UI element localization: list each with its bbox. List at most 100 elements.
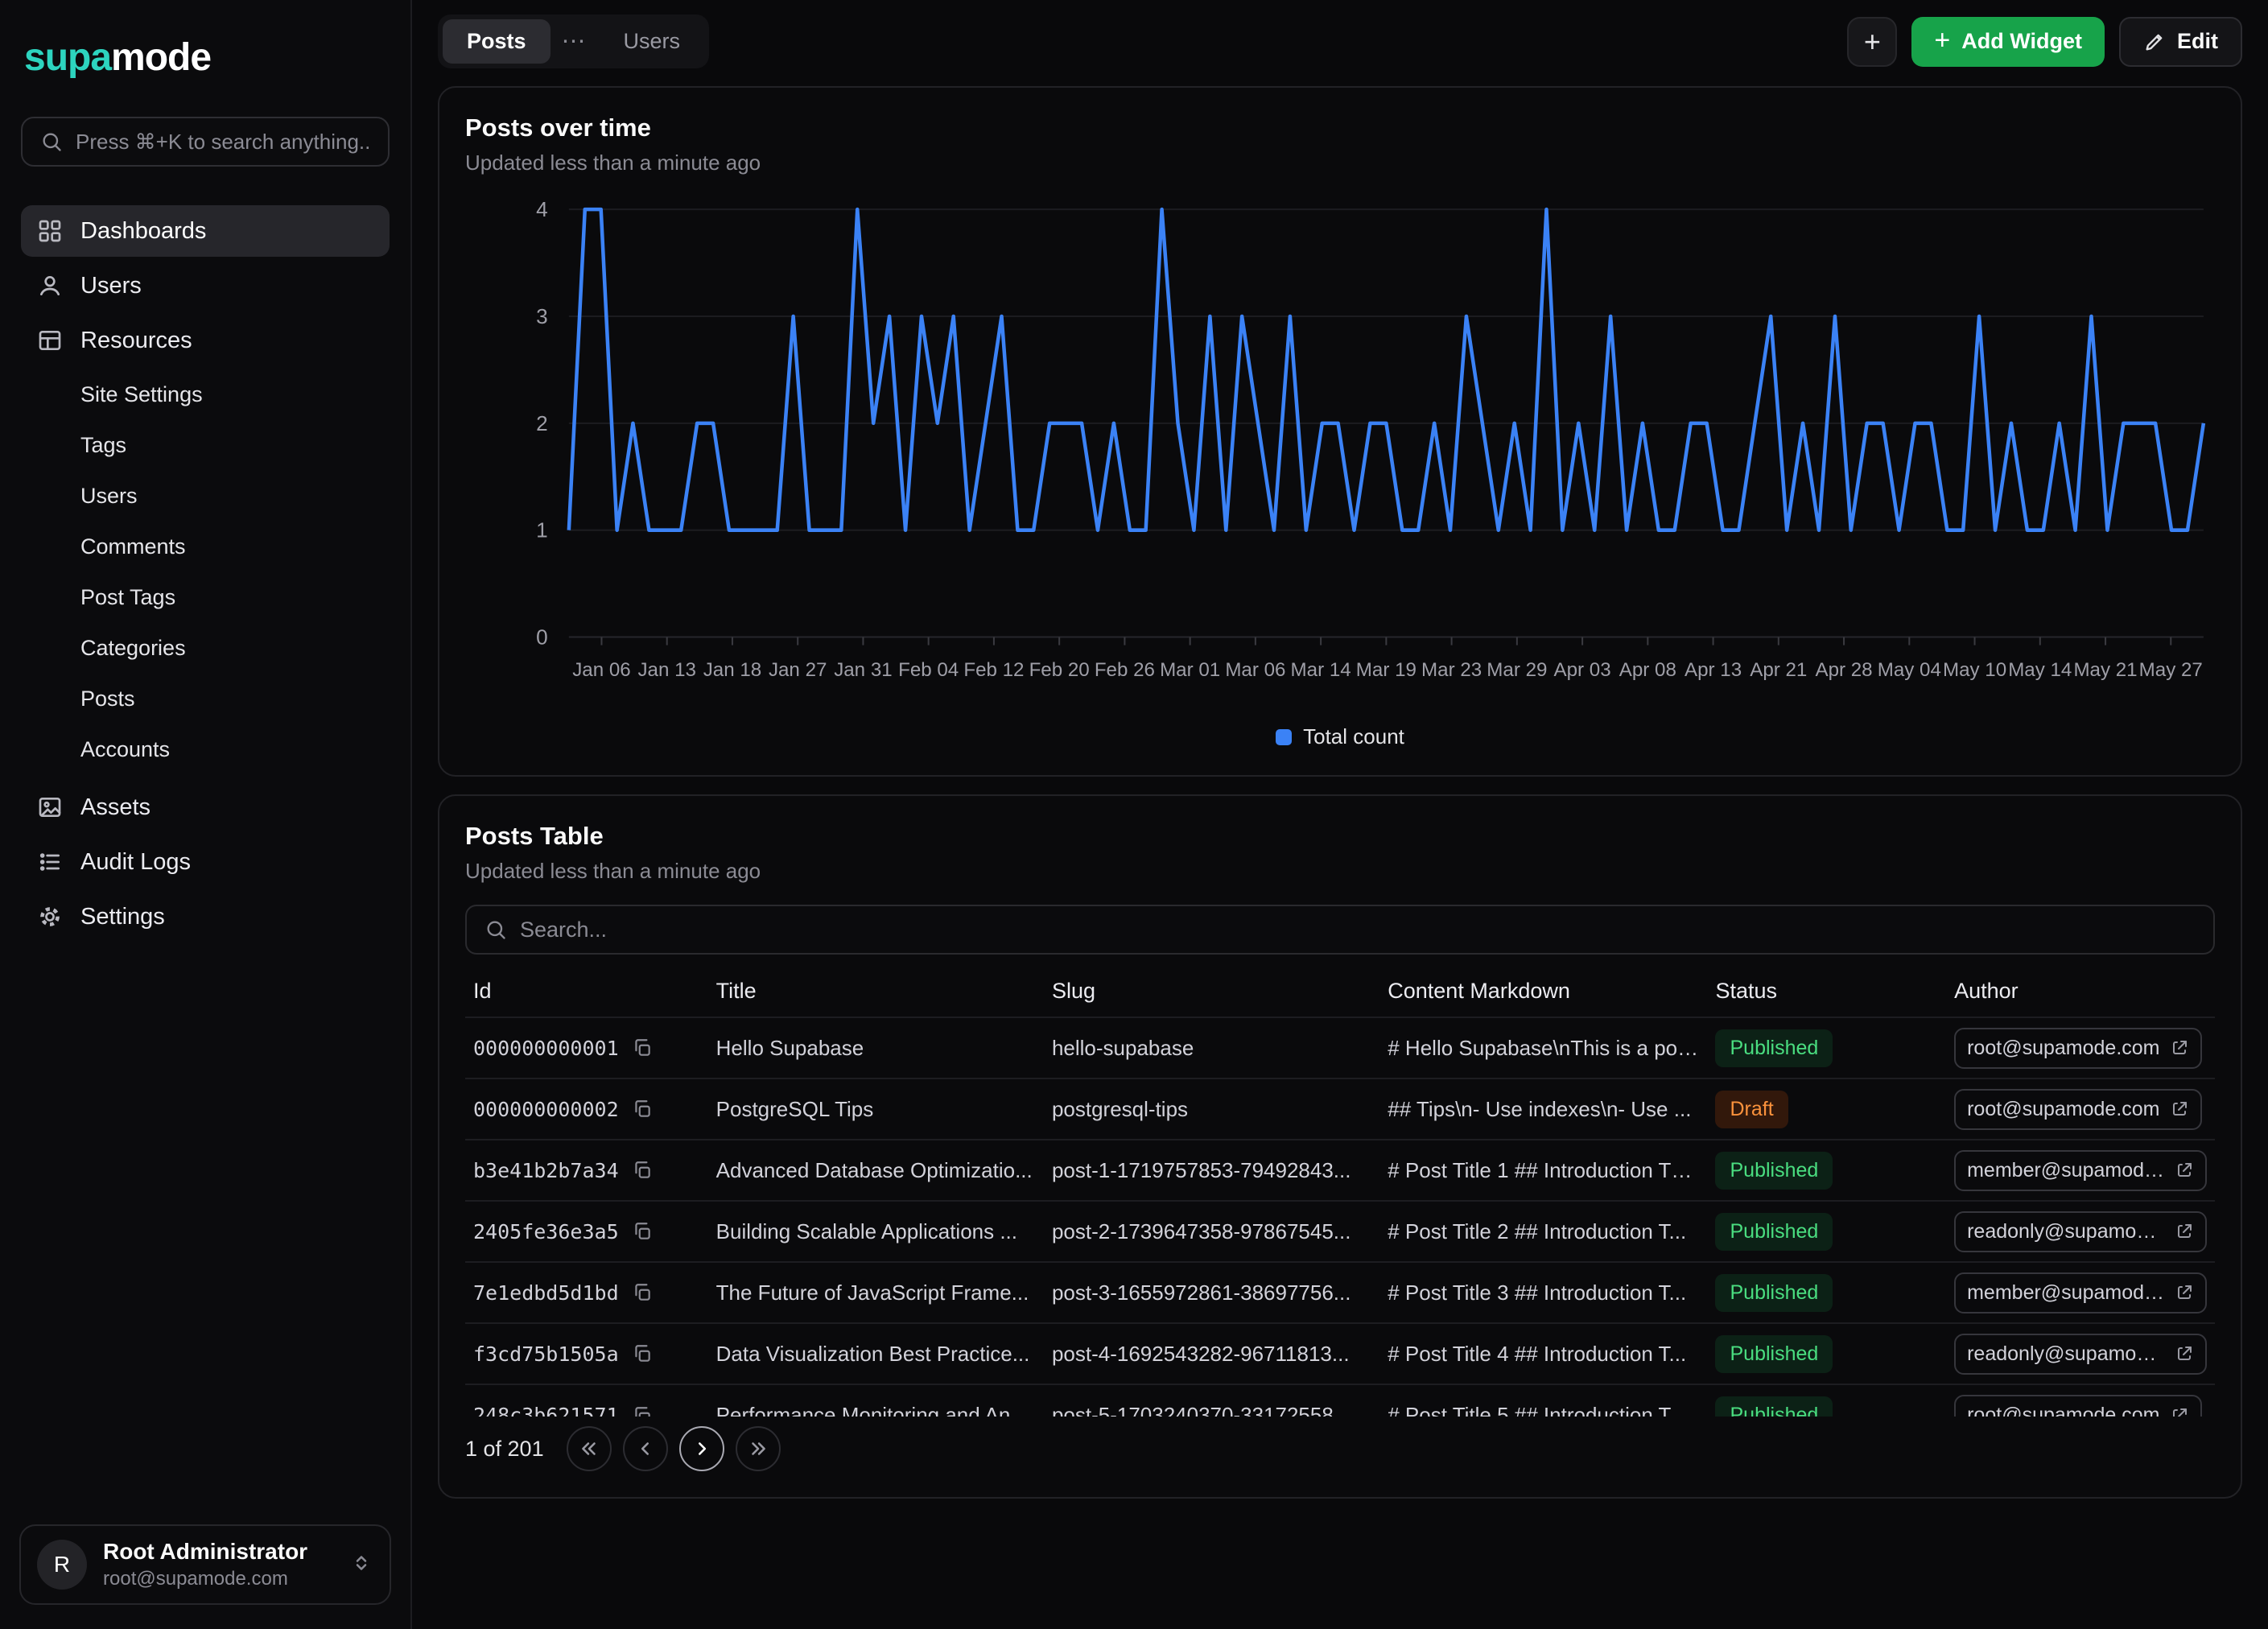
plus-icon: + <box>1864 27 1881 56</box>
sidebar-item-assets[interactable]: Assets <box>21 782 390 833</box>
sidebar-subitem-site-settings[interactable]: Site Settings <box>21 369 390 420</box>
user-email: root@supamode.com <box>103 1568 333 1590</box>
table-row[interactable]: 000000000002PostgreSQL Tipspostgresql-ti… <box>465 1078 2215 1140</box>
column-header-status: Status <box>1707 966 1946 1017</box>
svg-text:May 27: May 27 <box>2139 659 2203 681</box>
pagination: 1 of 201 <box>465 1426 2215 1471</box>
table-search[interactable] <box>465 905 2215 955</box>
author-link[interactable]: readonly@supamode.com <box>1954 1211 2207 1252</box>
table-search-input[interactable] <box>520 918 2196 942</box>
add-widget-button[interactable]: + Add Widget <box>1911 17 2105 67</box>
tab-posts[interactable]: Posts <box>443 19 551 64</box>
table-row[interactable]: 000000000001Hello Supabasehello-supabase… <box>465 1017 2215 1078</box>
copy-icon[interactable] <box>632 1405 653 1417</box>
column-header-author: Author <box>1946 966 2215 1017</box>
last-page-button[interactable] <box>736 1426 781 1471</box>
chevrons-left-icon <box>579 1438 600 1459</box>
posts-table: Id Title Slug Content Markdown Status Au… <box>465 966 2215 1417</box>
svg-text:Mar 19: Mar 19 <box>1356 659 1416 681</box>
copy-icon[interactable] <box>632 1343 653 1364</box>
post-content: # Post Title 4 ## Introduction T... <box>1388 1342 1686 1366</box>
post-slug: postgresql-tips <box>1052 1097 1188 1121</box>
post-title: Hello Supabase <box>716 1036 864 1060</box>
copy-icon[interactable] <box>632 1099 653 1120</box>
post-slug: post-3-1655972861-38697756... <box>1052 1281 1351 1305</box>
global-search[interactable] <box>21 117 390 167</box>
author-link[interactable]: member@supamode.com <box>1954 1272 2207 1314</box>
sidebar-subitem-tags[interactable]: Tags <box>21 420 390 471</box>
user-menu[interactable]: R Root Administrator root@supamode.com <box>19 1524 391 1605</box>
copy-icon[interactable] <box>632 1282 653 1303</box>
tab-users[interactable]: Users <box>600 19 705 64</box>
sidebar-item-resources[interactable]: Resources <box>21 315 390 366</box>
post-slug: post-4-1692543282-96711813... <box>1052 1342 1350 1366</box>
tabs-overflow-button[interactable]: ⋯ <box>551 27 600 56</box>
svg-text:Jan 18: Jan 18 <box>703 659 761 681</box>
sidebar-item-label: Assets <box>80 794 151 821</box>
post-content: # Hello Supabase\nThis is a post. <box>1388 1036 1699 1060</box>
sidebar-item-users[interactable]: Users <box>21 260 390 311</box>
column-header-id: Id <box>465 966 708 1017</box>
global-search-input[interactable] <box>76 130 370 155</box>
external-link-icon <box>2175 1161 2194 1180</box>
author-link[interactable]: readonly@supamode.com <box>1954 1334 2207 1375</box>
sidebar-nav: Dashboards Users Resources Site Settings… <box>21 205 390 942</box>
sidebar-subitem-comments[interactable]: Comments <box>21 522 390 572</box>
status-badge: Published <box>1715 1213 1833 1251</box>
table-row[interactable]: 7e1edbd5d1bdThe Future of JavaScript Fra… <box>465 1262 2215 1323</box>
post-slug: post-1-1719757853-79492843... <box>1052 1158 1351 1182</box>
first-page-button[interactable] <box>567 1426 612 1471</box>
post-id: b3e41b2b7a34 <box>473 1159 619 1182</box>
copy-icon[interactable] <box>632 1160 653 1181</box>
post-slug: hello-supabase <box>1052 1036 1194 1060</box>
post-id: 2405fe36e3a5 <box>473 1220 619 1243</box>
column-header-title: Title <box>708 966 1044 1017</box>
author-link[interactable]: root@supamode.com <box>1954 1089 2201 1130</box>
svg-text:1: 1 <box>536 518 548 542</box>
post-id: 7e1edbd5d1bd <box>473 1281 619 1305</box>
search-icon <box>485 918 507 941</box>
sidebar-subitem-categories[interactable]: Categories <box>21 623 390 674</box>
list-icon <box>37 849 63 875</box>
svg-text:Mar 06: Mar 06 <box>1225 659 1285 681</box>
table-row[interactable]: b3e41b2b7a34 Advanced Database Optimizati… <box>465 1140 2215 1201</box>
post-id: 248c3b621571 <box>473 1404 619 1417</box>
svg-text:May 21: May 21 <box>2073 659 2137 681</box>
brand-logo-secondary: mode <box>111 36 211 79</box>
status-badge: Published <box>1715 1396 1833 1417</box>
table-row[interactable]: 248c3b621571Performance Monitoring and A… <box>465 1384 2215 1417</box>
author-link[interactable]: root@supamode.com <box>1954 1028 2201 1069</box>
sidebar-subitem-accounts[interactable]: Accounts <box>21 724 390 775</box>
edit-button[interactable]: Edit <box>2119 17 2242 67</box>
table-row[interactable]: f3cd75b1505aData Visualization Best Prac… <box>465 1323 2215 1384</box>
legend-swatch <box>1276 729 1292 745</box>
table-title: Posts Table <box>465 822 2215 851</box>
post-title: Advanced Database Optimizatio... <box>716 1158 1033 1182</box>
add-tab-button[interactable]: + <box>1847 17 1897 67</box>
table-row[interactable]: 2405fe36e3a5Building Scalable Applicatio… <box>465 1201 2215 1262</box>
chart-legend: Total count <box>465 724 2215 749</box>
sidebar-subitem-posts[interactable]: Posts <box>21 674 390 724</box>
column-header-slug: Slug <box>1044 966 1379 1017</box>
author-link[interactable]: member@supamode.com <box>1954 1150 2207 1191</box>
sidebar-subitem-post-tags[interactable]: Post Tags <box>21 572 390 623</box>
svg-text:Mar 23: Mar 23 <box>1421 659 1482 681</box>
copy-icon[interactable] <box>632 1037 653 1058</box>
author-link[interactable]: root@supamode.com <box>1954 1395 2201 1417</box>
svg-text:Mar 01: Mar 01 <box>1160 659 1220 681</box>
svg-text:Feb 04: Feb 04 <box>898 659 959 681</box>
status-badge: Published <box>1715 1029 1833 1067</box>
brand-logo[interactable]: supamode <box>21 35 390 80</box>
sidebar-item-dashboards[interactable]: Dashboards <box>21 205 390 257</box>
svg-text:Apr 13: Apr 13 <box>1685 659 1742 681</box>
status-badge: Published <box>1715 1152 1833 1190</box>
table-updated-text: Updated less than a minute ago <box>465 859 2215 884</box>
gear-icon <box>37 904 63 930</box>
previous-page-button[interactable] <box>623 1426 668 1471</box>
next-page-button[interactable] <box>679 1426 724 1471</box>
sidebar-item-audit-logs[interactable]: Audit Logs <box>21 836 390 888</box>
svg-text:Mar 14: Mar 14 <box>1291 659 1351 681</box>
sidebar-item-settings[interactable]: Settings <box>21 891 390 942</box>
copy-icon[interactable] <box>632 1221 653 1242</box>
sidebar-subitem-users[interactable]: Users <box>21 471 390 522</box>
